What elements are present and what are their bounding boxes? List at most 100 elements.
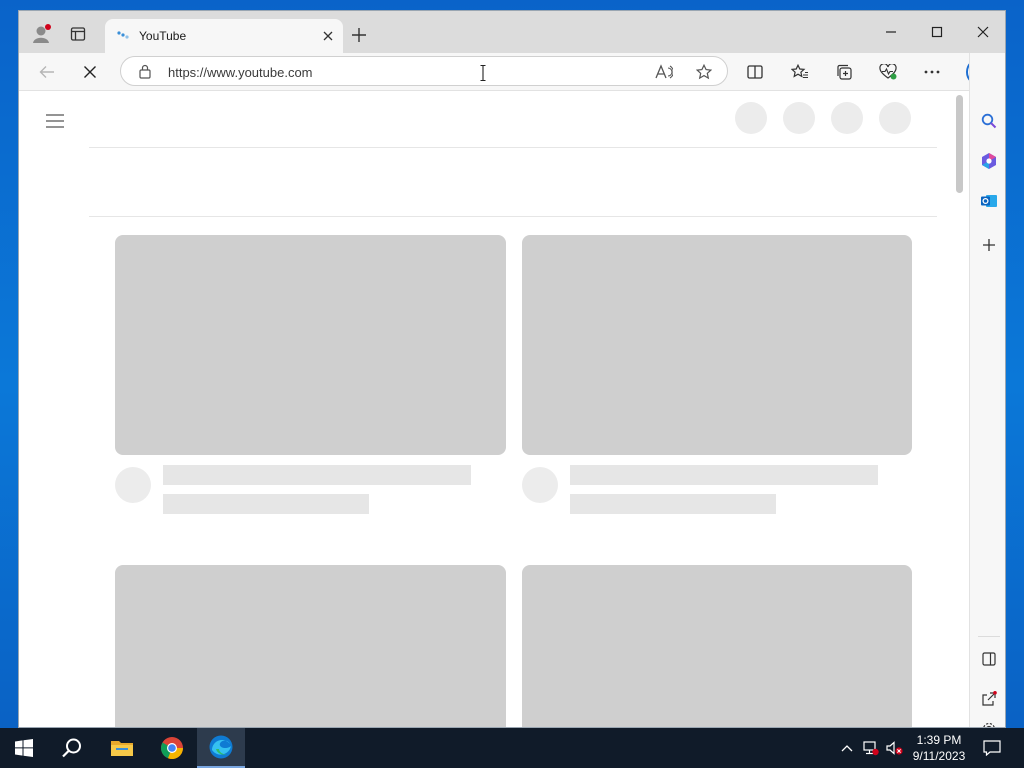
microsoft365-icon [982,153,996,169]
taskbar-edge[interactable] [197,728,245,768]
profile-icon [33,24,51,43]
heart-pulse-icon [879,64,897,80]
search-icon [981,113,997,129]
skeleton-video-thumbnail [115,235,506,455]
address-bar[interactable]: https://www.youtube.com [120,56,728,86]
star-icon [696,64,712,80]
skeleton-video-thumbnail [115,565,506,727]
skeleton-channel-avatar [115,467,151,503]
read-aloud-icon [655,64,673,79]
tab-title: YouTube [139,29,187,43]
taskbar: 1:39 PM 9/11/2023 [0,728,1024,768]
tab-actions-button[interactable] [65,21,91,47]
favorites-icon [791,64,808,79]
url-text[interactable]: https://www.youtube.com [168,65,313,80]
sidebar-settings-button[interactable] [975,721,1003,727]
taskbar-search-button[interactable] [48,728,96,768]
sidebar-divider [978,636,1000,637]
settings-more-button[interactable] [918,58,946,86]
split-screen-button[interactable] [741,58,769,86]
sidebar-microsoft365-button[interactable] [975,147,1003,175]
edge-icon [209,735,233,759]
tab-youtube[interactable]: YouTube [105,19,343,53]
skeleton-header-circle [879,102,911,134]
sidebar-toggle-icon [982,652,996,666]
maximize-icon [931,26,943,38]
taskbar-file-explorer[interactable] [98,728,146,768]
edge-sidebar [969,53,1005,727]
skeleton-title-line [163,465,471,485]
chevron-up-icon [841,745,853,752]
page-content [19,92,952,727]
favorites-button[interactable] [786,58,814,86]
back-button[interactable] [33,58,61,86]
outlook-icon [981,195,997,207]
sidebar-add-button[interactable] [975,231,1003,259]
new-tab-button[interactable] [345,22,373,48]
search-icon [62,738,81,758]
toolbar: https://www.youtube.com [19,53,1005,91]
taskbar-chrome[interactable] [148,728,196,768]
skeleton-title-line [570,465,878,485]
action-center-button[interactable] [978,728,1006,768]
close-window-button[interactable] [963,17,1003,47]
browser-window: YouTube https://www.youtube.com [18,10,1006,728]
scrollbar-thumb[interactable] [956,95,963,193]
more-horizontal-icon [924,70,940,74]
loading-favicon-icon [117,30,131,44]
collections-icon [837,64,852,80]
clock-date: 9/11/2023 [912,749,966,763]
sidebar-search-button[interactable] [975,107,1003,135]
lock-icon [138,64,152,82]
network-status[interactable] [860,728,882,768]
stop-loading-button[interactable] [76,58,104,86]
taskbar-clock[interactable]: 1:39 PM 9/11/2023 [906,732,972,764]
read-aloud-button[interactable] [651,59,677,85]
skeleton-video-thumbnail [522,565,912,727]
close-icon [977,26,989,38]
maximize-button[interactable] [917,17,957,47]
tab-actions-icon [70,27,86,41]
browser-essentials-button[interactable] [874,58,902,86]
stop-icon [84,66,96,78]
hamburger-menu-icon [46,114,64,128]
split-screen-icon [747,65,763,79]
folder-icon [111,741,133,756]
chrome-icon [160,737,184,760]
minimize-icon [886,31,896,33]
volume-muted-icon [886,741,903,755]
clock-time: 1:39 PM [916,733,962,747]
skeleton-header-circle [831,102,863,134]
close-icon [323,31,333,41]
sidebar-outlook-button[interactable] [975,187,1003,215]
close-tab-button[interactable] [319,27,337,45]
external-link-icon [982,691,997,706]
minimize-button[interactable] [871,17,911,47]
start-button[interactable] [0,728,48,768]
skeleton-header-circle [783,102,815,134]
gear-icon [983,722,995,727]
collections-button[interactable] [830,58,858,86]
header-divider [89,147,937,148]
skeleton-header-circle [735,102,767,134]
hide-sidebar-button[interactable] [975,645,1003,673]
vertical-scrollbar[interactable] [952,92,968,727]
open-in-window-button[interactable] [975,685,1003,713]
network-disconnected-icon [863,741,879,756]
skeleton-channel-avatar [522,467,558,503]
add-favorite-button[interactable] [691,59,717,85]
volume-status[interactable] [884,728,906,768]
guide-menu-button[interactable] [40,109,70,133]
skeleton-video-thumbnail [522,235,912,455]
back-arrow-icon [39,66,54,78]
plus-icon [352,28,366,42]
notification-icon [983,740,1001,756]
plus-icon [983,239,995,251]
windows-logo-icon [15,739,33,757]
chips-divider [89,216,937,217]
profile-button[interactable] [27,19,57,49]
skeleton-meta-line [163,494,369,514]
show-hidden-icons-button[interactable] [837,728,857,768]
skeleton-meta-line [570,494,776,514]
text-cursor-icon [480,64,486,82]
